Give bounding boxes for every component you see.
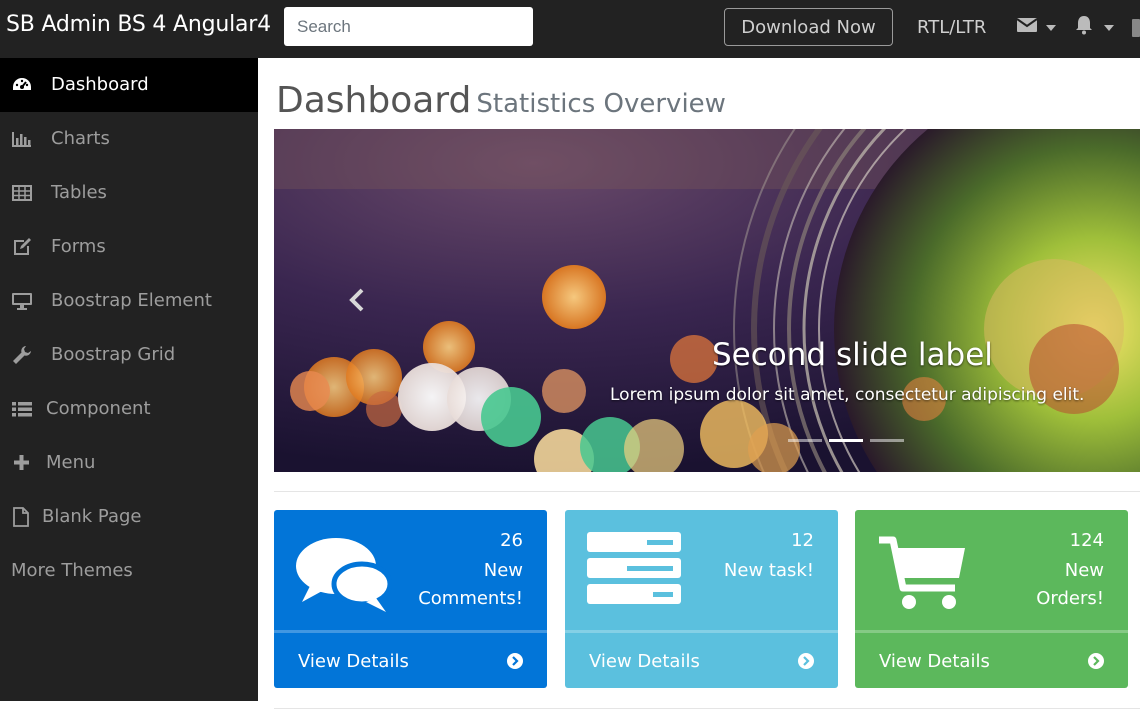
plus-icon bbox=[12, 453, 32, 473]
carousel-slide-text: Lorem ipsum dolor sit amet, consectetur … bbox=[610, 385, 1085, 405]
sidebar-item-label: Boostrap Element bbox=[51, 290, 212, 311]
envelope-icon[interactable] bbox=[1016, 17, 1038, 38]
comments-view-details-link[interactable]: View Details bbox=[298, 651, 409, 672]
tasks-label: New task! bbox=[723, 560, 814, 581]
carousel-indicator-2[interactable] bbox=[829, 439, 863, 442]
sidebar-item-blank-page[interactable]: Blank Page bbox=[0, 490, 258, 544]
carousel-prev-control[interactable] bbox=[616, 414, 646, 444]
rtl-ltr-toggle[interactable]: RTL/LTR bbox=[917, 17, 986, 38]
wrench-icon bbox=[12, 345, 32, 365]
card-divider bbox=[565, 630, 838, 633]
file-icon bbox=[12, 507, 32, 527]
desktop-icon bbox=[12, 291, 32, 311]
arrow-circle-right-icon[interactable] bbox=[1088, 653, 1104, 669]
shopping-cart-icon bbox=[877, 536, 967, 616]
tasks-view-details-link[interactable]: View Details bbox=[589, 651, 700, 672]
carousel-slide-title: Second slide label bbox=[712, 337, 993, 373]
comments-count: 26 bbox=[500, 530, 523, 551]
sidebar-item-dashboard[interactable]: Dashboard bbox=[0, 58, 258, 112]
divider bbox=[274, 708, 1140, 709]
bell-icon[interactable] bbox=[1075, 15, 1093, 40]
tasks-count: 12 bbox=[791, 530, 814, 551]
orders-count: 124 bbox=[1069, 530, 1104, 551]
sidebar-item-menu[interactable]: Menu bbox=[0, 436, 258, 490]
sidebar-item-tables[interactable]: Tables bbox=[0, 166, 258, 220]
dashboard-icon bbox=[12, 75, 32, 95]
sidebar-item-charts[interactable]: Charts bbox=[0, 112, 258, 166]
list-icon bbox=[12, 399, 32, 419]
sidebar-item-label: Tables bbox=[51, 182, 107, 203]
sidebar-item-label: Forms bbox=[51, 236, 106, 257]
comments-icon bbox=[296, 536, 393, 618]
sidebar-item-label: Component bbox=[46, 398, 151, 419]
carousel-indicator-3[interactable] bbox=[870, 439, 904, 442]
edit-icon bbox=[12, 237, 32, 257]
card-divider bbox=[274, 630, 547, 633]
orders-label: New Orders! bbox=[1036, 560, 1104, 609]
tasks-icon bbox=[587, 532, 681, 610]
sidebar-item-component[interactable]: Component bbox=[0, 382, 258, 436]
bar-chart-icon bbox=[12, 129, 32, 149]
page-title-main: Dashboard bbox=[276, 80, 472, 121]
card-divider bbox=[855, 630, 1128, 633]
chevron-left-icon[interactable] bbox=[342, 285, 372, 315]
sidebar-item-label: Boostrap Grid bbox=[51, 344, 176, 365]
page-title: Dashboard Statistics Overview bbox=[276, 80, 726, 121]
arrow-circle-right-icon[interactable] bbox=[507, 653, 523, 669]
orders-card: 124 New Orders! View Details bbox=[855, 510, 1128, 688]
carousel-slide-image bbox=[274, 129, 1140, 472]
table-icon bbox=[12, 183, 32, 203]
language-icon[interactable] bbox=[1132, 19, 1140, 42]
bell-dropdown-caret[interactable] bbox=[1104, 25, 1114, 31]
sidebar-item-label: Blank Page bbox=[42, 506, 142, 527]
sidebar-item-label: Charts bbox=[51, 128, 110, 149]
envelope-dropdown-caret[interactable] bbox=[1046, 25, 1056, 31]
sidebar-item-bootstrap-element[interactable]: Boostrap Element bbox=[0, 274, 258, 328]
search-input[interactable] bbox=[284, 7, 533, 46]
orders-view-details-link[interactable]: View Details bbox=[879, 651, 990, 672]
divider bbox=[274, 491, 1140, 492]
sidebar-item-more-themes[interactable]: More Themes bbox=[0, 544, 258, 598]
sidebar-item-bootstrap-grid[interactable]: Boostrap Grid bbox=[0, 328, 258, 382]
tasks-card: 12 New task! View Details bbox=[565, 510, 838, 688]
sidebar-item-label: Dashboard bbox=[51, 74, 149, 95]
carousel-indicator-1[interactable] bbox=[788, 439, 822, 442]
sidebar-item-forms[interactable]: Forms bbox=[0, 220, 258, 274]
sidebar: Dashboard Charts Tables Forms Boostrap E… bbox=[0, 58, 258, 701]
image-carousel[interactable] bbox=[274, 129, 1140, 472]
page-subtitle: Statistics Overview bbox=[476, 89, 726, 119]
download-now-button[interactable]: Download Now bbox=[724, 8, 893, 46]
comments-card: 26 New Comments! View Details bbox=[274, 510, 547, 688]
brand-title[interactable]: SB Admin BS 4 Angular4 bbox=[6, 12, 271, 37]
sidebar-item-label: More Themes bbox=[11, 560, 133, 581]
top-navbar: SB Admin BS 4 Angular4 Download Now RTL/… bbox=[0, 0, 1140, 58]
arrow-circle-right-icon[interactable] bbox=[798, 653, 814, 669]
comments-label: New Comments! bbox=[418, 560, 523, 609]
sidebar-item-label: Menu bbox=[46, 452, 96, 473]
